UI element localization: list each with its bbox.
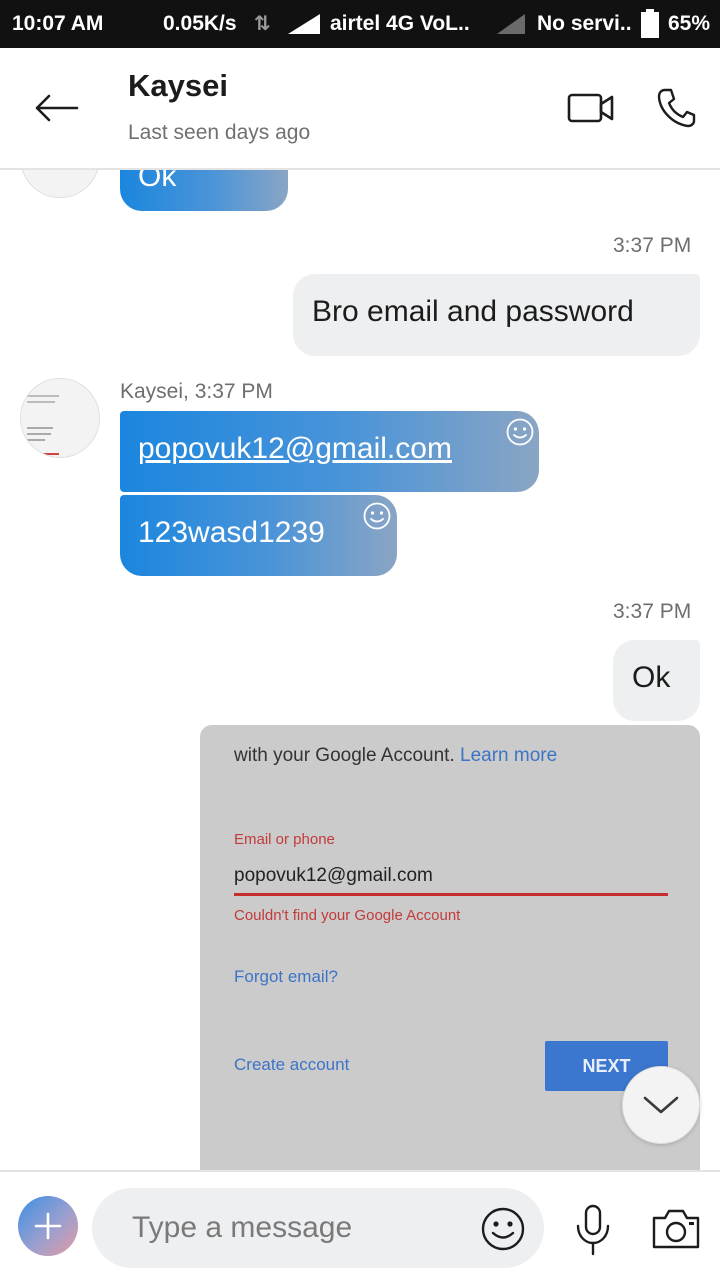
- sender-and-time: Kaysei, 3:37 PM: [120, 380, 273, 403]
- image-error-text: Couldn't find your Google Account: [234, 907, 461, 924]
- composer-bar: [0, 1170, 720, 1280]
- last-seen-status: Last seen days ago: [128, 121, 311, 144]
- message-input[interactable]: [132, 1210, 462, 1246]
- message-bubble-incoming[interactable]: 123wasd1239: [120, 495, 397, 576]
- message-text: Ok: [632, 661, 671, 694]
- chevron-down-icon: [643, 1096, 679, 1114]
- avatar[interactable]: [20, 170, 100, 198]
- image-field-underline: [234, 893, 668, 896]
- image-field-label: Email or phone: [234, 831, 335, 848]
- message-bubble-incoming[interactable]: Ok: [120, 170, 288, 211]
- image-create-link: Create account: [234, 1055, 350, 1074]
- plus-icon: [34, 1212, 62, 1240]
- email-link[interactable]: popovuk12@gmail.com: [138, 432, 452, 465]
- status-net-speed: 0.05K/s: [163, 12, 237, 35]
- emoji-react-icon[interactable]: [505, 417, 535, 447]
- video-call-button[interactable]: [560, 84, 622, 132]
- back-arrow-icon: [35, 94, 79, 122]
- camera-button[interactable]: [648, 1202, 704, 1254]
- microphone-icon: [576, 1204, 610, 1256]
- battery-percent: 65%: [668, 12, 711, 35]
- message-field[interactable]: [92, 1188, 544, 1268]
- status-time: 10:07 AM: [12, 12, 104, 35]
- emoji-icon[interactable]: [480, 1206, 526, 1252]
- status-sim2: No servi..: [537, 12, 632, 35]
- no-signal-icon: [497, 14, 525, 34]
- back-button[interactable]: [26, 84, 86, 132]
- message-bubble-incoming[interactable]: popovuk12@gmail.com: [120, 411, 539, 492]
- chat-header: Kaysei Last seen days ago: [0, 48, 720, 170]
- avatar[interactable]: [20, 378, 100, 458]
- battery-icon: [641, 9, 659, 38]
- status-carrier: airtel 4G VoL..: [330, 12, 470, 35]
- add-attachment-button[interactable]: [18, 1196, 78, 1256]
- video-call-icon: [567, 93, 614, 123]
- avatar-image: [27, 395, 59, 455]
- message-list[interactable]: Ok 3:37 PM Bro email and password Kaysei…: [0, 170, 720, 1170]
- camera-icon: [652, 1209, 700, 1249]
- image-forgot-link: Forgot email?: [234, 967, 338, 986]
- message-bubble-outgoing[interactable]: Bro email and password: [293, 274, 700, 356]
- image-text-line: with your Google Account. Learn more: [234, 745, 558, 766]
- status-bar: 10:07 AM 0.05K/s ⇅ airtel 4G VoL.. No se…: [0, 0, 720, 48]
- contact-name[interactable]: Kaysei: [128, 68, 228, 104]
- message-text: 123wasd1239: [138, 516, 325, 549]
- signal-icon: [288, 14, 320, 34]
- voice-message-button[interactable]: [568, 1202, 618, 1258]
- message-bubble-outgoing[interactable]: Ok: [613, 640, 700, 721]
- message-timestamp: 3:37 PM: [613, 600, 692, 623]
- audio-call-button[interactable]: [650, 82, 702, 134]
- data-arrows-icon: ⇅: [254, 13, 271, 35]
- message-timestamp: 3:37 PM: [613, 234, 692, 257]
- message-text: Bro email and password: [312, 295, 634, 328]
- emoji-react-icon[interactable]: [362, 501, 392, 531]
- scroll-to-bottom-button[interactable]: [622, 1066, 700, 1144]
- image-field-value: popovuk12@gmail.com: [234, 865, 433, 886]
- phone-icon: [657, 88, 696, 128]
- message-text: Ok: [138, 170, 177, 193]
